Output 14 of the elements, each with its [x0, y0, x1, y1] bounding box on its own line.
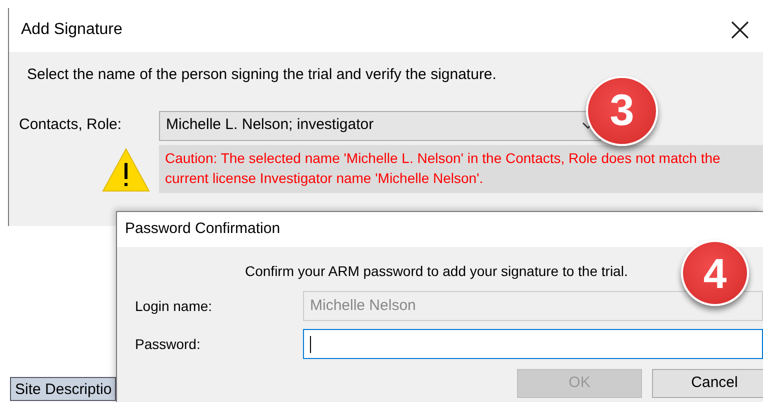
- window-title: Password Confirmation: [125, 219, 280, 240]
- warning-icon: [101, 146, 151, 192]
- cancel-button[interactable]: Cancel: [652, 369, 763, 398]
- instruction-text: Confirm your ARM password to add your signature to the trial.: [245, 262, 628, 281]
- tab-label: Site Descriptio: [10, 377, 116, 401]
- field-label: Contacts, Role:: [19, 115, 123, 136]
- password-field[interactable]: [303, 329, 763, 359]
- contacts-role-dropdown[interactable]: Michelle L. Nelson; investigator: [159, 110, 601, 140]
- caution-message: Caution: The selected name 'Michelle L. Nelson' in the Contacts, Role does not match the current license Investigator name 'Michelle Nelson'.: [159, 144, 763, 192]
- window-title: Add Signature: [21, 20, 122, 40]
- field-label: Password:: [135, 334, 202, 354]
- instruction-text: Select the name of the person signing the trial and verify the signature.: [26, 65, 498, 85]
- field-label: Login name:: [135, 296, 214, 316]
- close-button[interactable]: [729, 19, 751, 41]
